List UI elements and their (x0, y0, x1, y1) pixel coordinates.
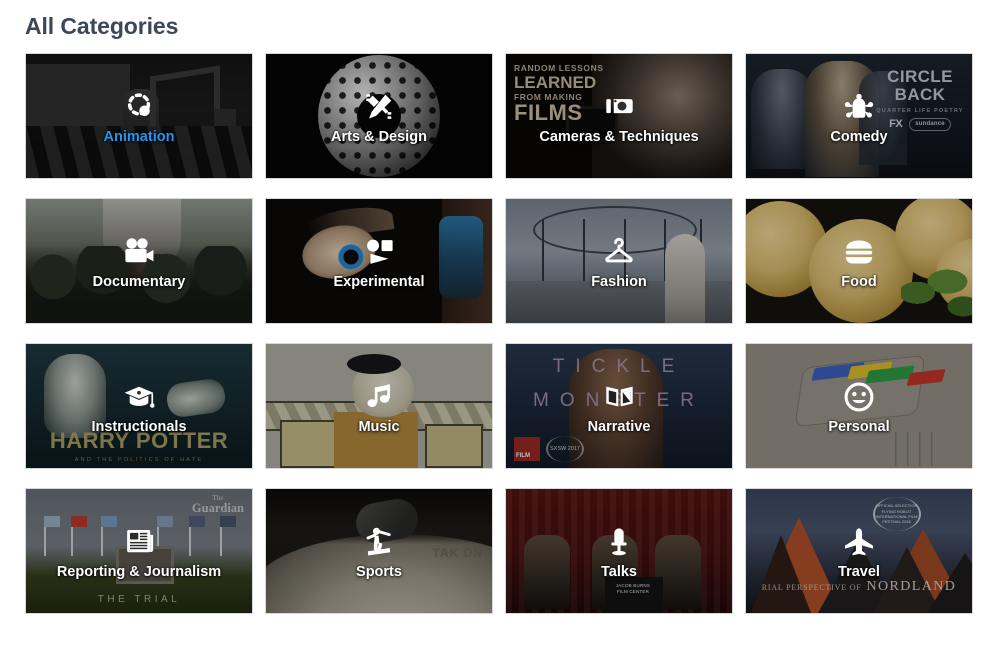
category-label: Talks (600, 563, 637, 580)
category-label: Comedy (830, 128, 888, 145)
category-label: Sports (356, 563, 402, 580)
abstract-shapes-icon (359, 232, 399, 272)
category-label: Instructionals (91, 418, 187, 435)
page-title: All Categories (25, 13, 179, 39)
category-tile-documentary[interactable]: Documentary (25, 198, 253, 324)
category-tile-arts-design[interactable]: Arts & Design (265, 53, 493, 179)
graduation-cap-icon (119, 377, 159, 417)
category-tile-travel[interactable]: OFFICIAL SELECTION FLYING ROBOT INTERNAT… (745, 488, 973, 614)
category-grid: Animation Arts & Design RANDOM LESSONS L… (25, 53, 973, 614)
snowboarder-icon (359, 522, 399, 562)
category-label: Personal (828, 418, 890, 435)
pencil-ruler-icon (359, 87, 399, 127)
category-tile-personal[interactable]: Personal (745, 343, 973, 469)
category-tile-comedy[interactable]: CIRCLE BACK QUARTER LIFE POETRY FX sunda… (745, 53, 973, 179)
category-tile-fashion[interactable]: Fashion (505, 198, 733, 324)
category-label: Fashion (591, 273, 647, 290)
category-label: Experimental (333, 273, 425, 290)
category-label: Food (841, 273, 877, 290)
category-tile-animation[interactable]: Animation (25, 53, 253, 179)
microphone-stand-icon (599, 522, 639, 562)
category-tile-music[interactable]: Music (265, 343, 493, 469)
category-label: Cameras & Techniques (539, 128, 699, 145)
category-tile-cameras-techniques[interactable]: RANDOM LESSONS LEARNED FROM MAKING FILMS (505, 53, 733, 179)
category-tile-instructionals[interactable]: HARRY POTTER AND THE POLITICS OF HATE In… (25, 343, 253, 469)
category-label: Documentary (92, 273, 186, 290)
newspaper-icon (119, 522, 159, 562)
airplane-icon (839, 522, 879, 562)
open-book-icon (599, 377, 639, 417)
category-tile-narrative[interactable]: TICKLE MONSTER FILM SXSW 2017 Narrative (505, 343, 733, 469)
camera-icon (599, 87, 639, 127)
all-categories-page: All Categories Animation Arts & Design R… (0, 0, 1000, 645)
category-tile-food[interactable]: Food (745, 198, 973, 324)
category-tile-experimental[interactable]: Experimental (265, 198, 493, 324)
animation-motion-path-icon (119, 87, 159, 127)
jester-hat-icon (839, 87, 879, 127)
category-tile-talks[interactable]: JACOB BURNS FILM CENTER Talks (505, 488, 733, 614)
category-label: Music (358, 418, 400, 435)
category-label: Travel (838, 563, 880, 580)
smiley-face-icon (839, 377, 879, 417)
burger-icon (839, 232, 879, 272)
clothes-hanger-icon (599, 232, 639, 272)
category-label: Narrative (587, 418, 651, 435)
category-tile-sports[interactable]: TAK DN Sports (265, 488, 493, 614)
category-label: Reporting & Journalism (56, 563, 222, 580)
music-note-icon (359, 377, 399, 417)
category-label: Arts & Design (331, 128, 427, 145)
category-tile-reporting-journalism[interactable]: The Guardian THE TRIAL Reporting & Journ… (25, 488, 253, 614)
film-camera-icon (119, 232, 159, 272)
category-label: Animation (103, 128, 175, 145)
